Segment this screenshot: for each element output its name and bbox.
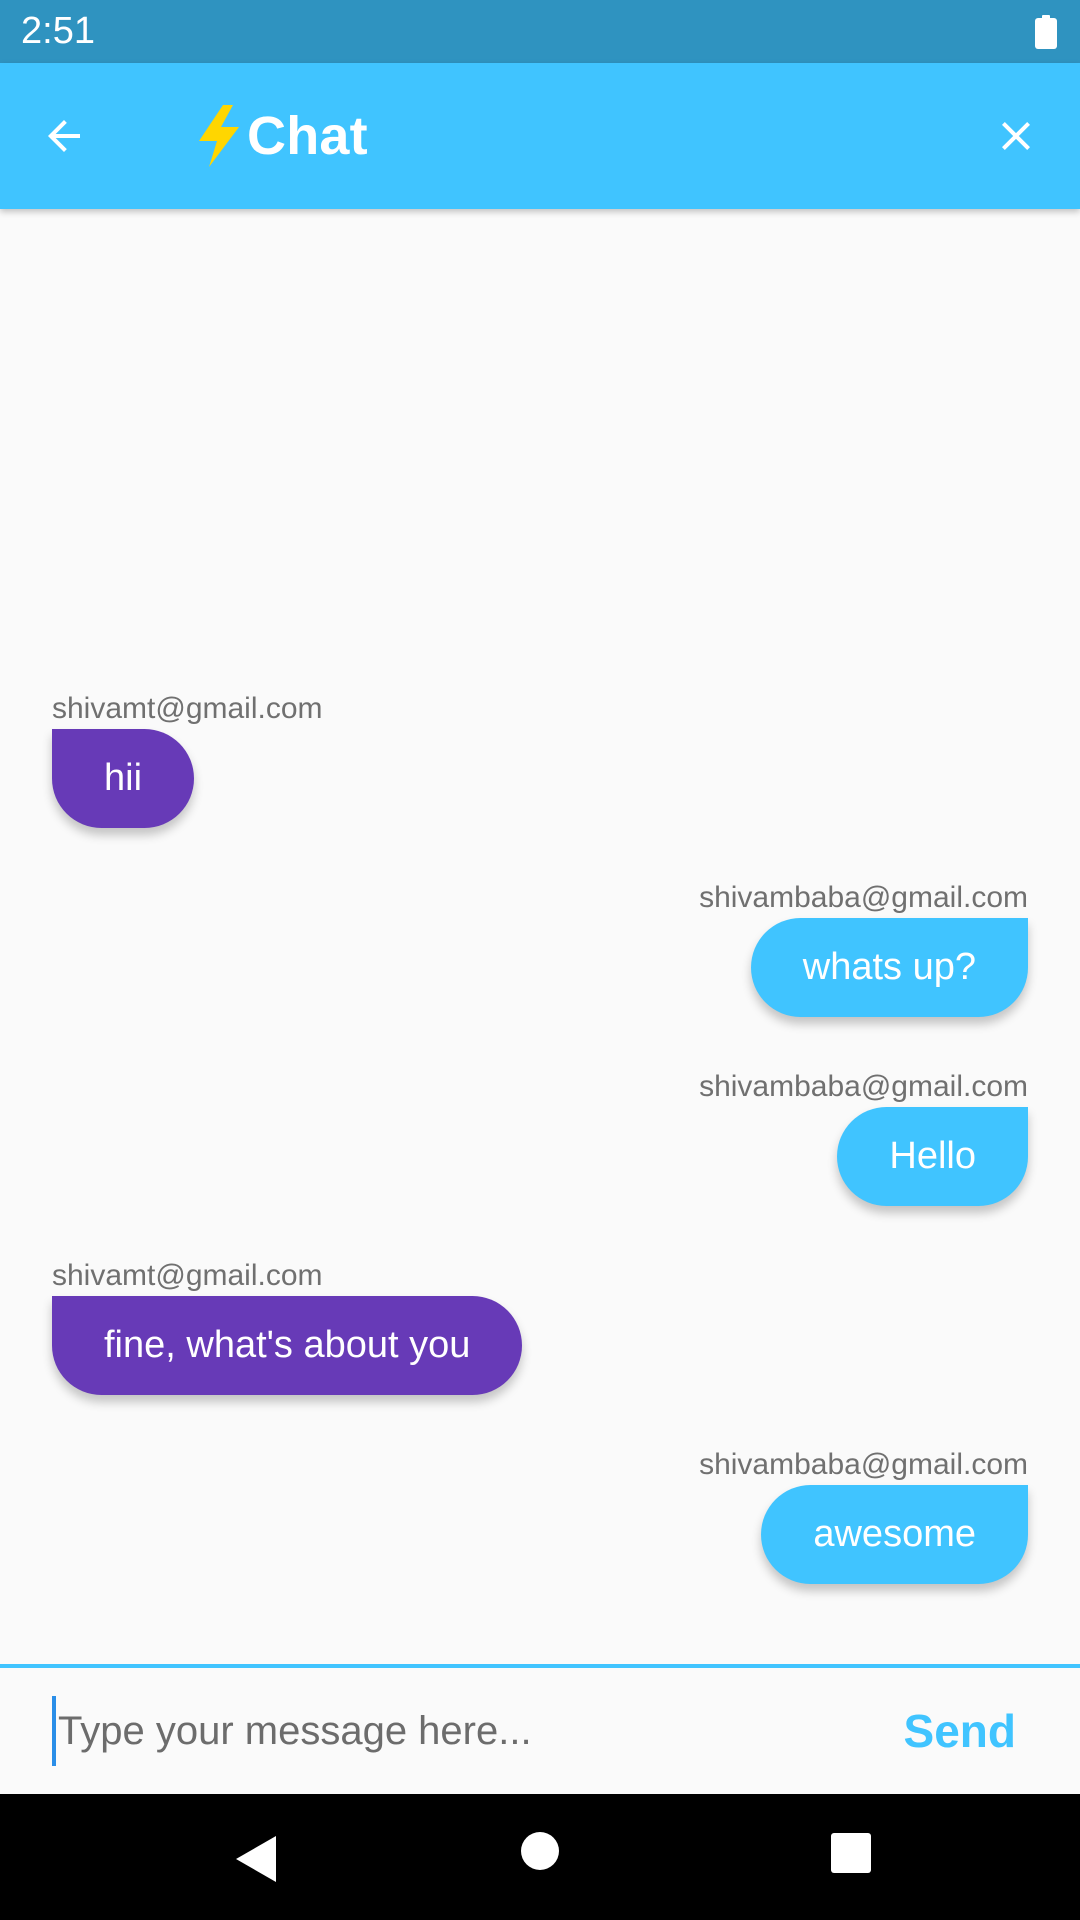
nav-recents-icon[interactable] bbox=[831, 1833, 871, 1873]
chat-screen: 2:51 Chat shivamt@gmail.com hii shivamba… bbox=[0, 0, 1080, 1920]
message-item: shivambaba@gmail.com awesome bbox=[699, 1448, 1028, 1584]
message-bubble: awesome bbox=[761, 1485, 1028, 1584]
message-bubble: fine, what's about you bbox=[52, 1296, 523, 1395]
app-bar: Chat bbox=[0, 63, 1080, 209]
message-sender: shivambaba@gmail.com bbox=[699, 1070, 1028, 1103]
app-title-group: Chat bbox=[193, 103, 368, 169]
message-list[interactable]: shivamt@gmail.com hii shivambaba@gmail.c… bbox=[0, 209, 1080, 1664]
battery-full-icon bbox=[1035, 14, 1057, 49]
status-time: 2:51 bbox=[21, 10, 95, 52]
message-item: shivamt@gmail.com hii bbox=[52, 692, 323, 828]
message-sender: shivambaba@gmail.com bbox=[699, 1448, 1028, 1481]
message-bubble: hii bbox=[52, 729, 195, 828]
close-icon bbox=[1002, 122, 1030, 150]
message-item: shivambaba@gmail.com Hello bbox=[699, 1070, 1028, 1206]
close-button[interactable] bbox=[982, 102, 1050, 170]
message-sender: shivamt@gmail.com bbox=[52, 1259, 323, 1292]
message-item: shivambaba@gmail.com whats up? bbox=[699, 881, 1028, 1017]
message-bubble: whats up? bbox=[750, 918, 1028, 1017]
page-title: Chat bbox=[247, 106, 368, 166]
back-button[interactable] bbox=[30, 102, 98, 170]
lightning-bolt-icon bbox=[199, 105, 239, 167]
message-item: shivamt@gmail.com fine, what's about you bbox=[52, 1259, 523, 1395]
send-button[interactable]: Send bbox=[904, 1698, 1016, 1764]
message-sender: shivamt@gmail.com bbox=[52, 692, 323, 725]
system-nav-bar bbox=[0, 1794, 1080, 1920]
nav-back-icon[interactable] bbox=[236, 1836, 276, 1882]
message-sender: shivambaba@gmail.com bbox=[699, 881, 1028, 914]
message-input[interactable] bbox=[52, 1696, 852, 1766]
nav-home-icon[interactable] bbox=[521, 1832, 559, 1870]
message-composer: Send bbox=[0, 1664, 1080, 1794]
status-bar: 2:51 bbox=[0, 0, 1080, 63]
message-bubble: Hello bbox=[837, 1107, 1028, 1206]
arrow-back-icon bbox=[48, 120, 80, 152]
